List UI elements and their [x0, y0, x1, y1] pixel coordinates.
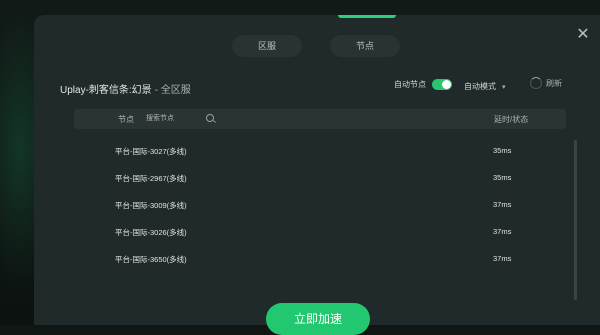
list-scrollbar[interactable] — [574, 140, 577, 300]
tab-region[interactable]: 区服 — [232, 35, 302, 57]
table-header: 节点 搜索节点 延时/状态 — [74, 109, 566, 129]
list-item[interactable]: 平台-国际-3027(多线) 35ms — [74, 139, 566, 166]
node-name: 平台-国际-3027(多线) — [115, 147, 187, 156]
list-item[interactable]: 平台-国际-3650(多线) 37ms — [74, 247, 566, 274]
column-node: 节点 — [118, 115, 134, 124]
game-name: Uplay-刺客信条:幻景 — [60, 85, 152, 96]
list-item[interactable]: 平台-国际-3026(多线) 37ms — [74, 220, 566, 247]
region-subtitle: - 全区服 — [154, 85, 191, 96]
node-name: 平台-国际-2967(多线) — [115, 174, 187, 183]
accelerate-button[interactable]: 立即加速 — [266, 303, 370, 335]
mode-dropdown[interactable]: 自动模式 ▾ — [464, 81, 506, 92]
search-icon[interactable] — [206, 114, 214, 122]
chevron-down-icon: ▾ — [502, 84, 506, 91]
node-latency: 35ms — [493, 173, 512, 182]
node-latency: 35ms — [493, 146, 512, 155]
node-selection-dialog: ✕ 区服 节点 Uplay-刺客信条:幻景 - 全区服 自动节点 自动模式 ▾ 刷新… — [34, 15, 600, 335]
mode-label: 自动模式 — [464, 82, 496, 91]
refresh-button[interactable]: 刷新 — [530, 77, 562, 89]
node-name: 平台-国际-3650(多线) — [115, 255, 187, 264]
auto-node-label: 自动节点 — [394, 80, 426, 89]
game-title: Uplay-刺客信条:幻景 - 全区服 — [60, 81, 191, 96]
node-latency: 37ms — [493, 254, 512, 263]
node-latency: 37ms — [493, 200, 512, 209]
refresh-label: 刷新 — [546, 78, 562, 88]
node-list: 平台-国际-3027(多线) 35ms 平台-国际-2967(多线) 35ms … — [74, 139, 566, 274]
tab-node[interactable]: 节点 — [330, 35, 400, 57]
node-latency: 37ms — [493, 227, 512, 236]
list-item[interactable]: 平台-国际-3009(多线) 37ms — [74, 193, 566, 220]
auto-node-toggle[interactable] — [432, 79, 452, 90]
refresh-icon — [530, 77, 542, 89]
column-latency: 延时/状态 — [494, 115, 529, 124]
node-name: 平台-国际-3009(多线) — [115, 201, 187, 210]
close-icon[interactable]: ✕ — [575, 27, 591, 43]
auto-node-control: 自动节点 — [394, 79, 452, 90]
node-name: 平台-国际-3026(多线) — [115, 228, 187, 237]
list-item[interactable]: 平台-国际-2967(多线) 35ms — [74, 166, 566, 193]
top-accent-bar — [338, 15, 396, 18]
